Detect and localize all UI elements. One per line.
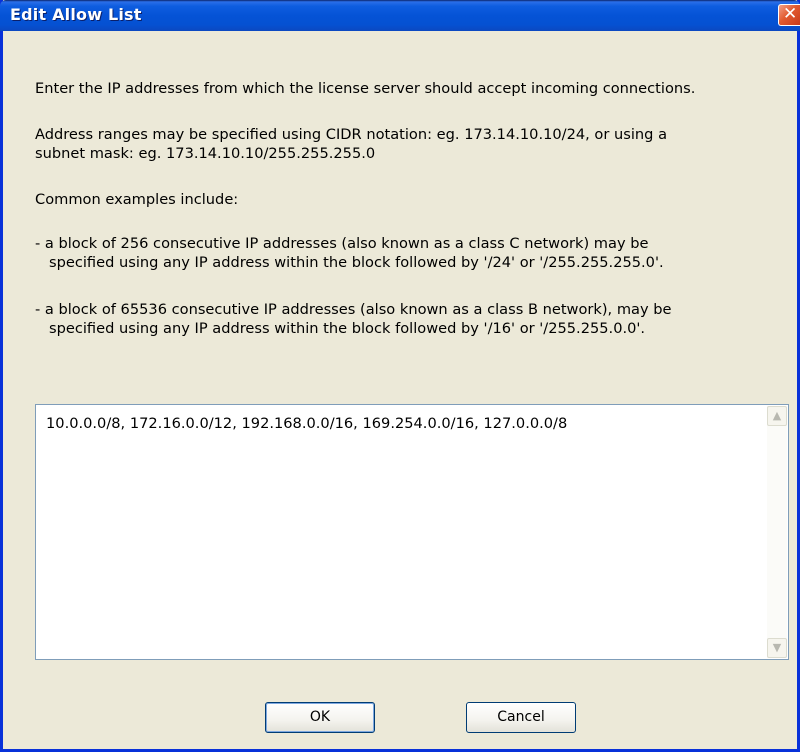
example-class-b-line2: specified using any IP address within th…: [49, 320, 646, 337]
instruction-text: Enter the IP addresses from which the li…: [35, 80, 696, 97]
cidr-text-line2: subnet mask: eg. 173.14.10.10/255.255.25…: [35, 145, 376, 162]
vertical-scrollbar[interactable]: ▲ ▼: [767, 406, 787, 658]
scroll-up-arrow-icon[interactable]: ▲: [767, 406, 787, 426]
ok-button[interactable]: OK: [265, 702, 375, 733]
title-bar[interactable]: Edit Allow List ✕: [0, 0, 800, 31]
allow-list-textarea[interactable]: 10.0.0.0/8, 172.16.0.0/12, 192.168.0.0/1…: [35, 404, 789, 660]
edit-allow-list-dialog: Edit Allow List ✕ Enter the IP addresses…: [0, 0, 800, 752]
example-class-b-line1: - a block of 65536 consecutive IP addres…: [35, 301, 672, 318]
cancel-button[interactable]: Cancel: [466, 702, 576, 733]
scroll-down-arrow-icon[interactable]: ▼: [767, 638, 787, 658]
example-class-c-line1: - a block of 256 consecutive IP addresse…: [35, 235, 649, 252]
example-class-c-line2: specified using any IP address within th…: [49, 254, 664, 271]
allow-list-value[interactable]: 10.0.0.0/8, 172.16.0.0/12, 192.168.0.0/1…: [46, 415, 567, 432]
cidr-text-line1: Address ranges may be specified using CI…: [35, 126, 668, 143]
close-icon: ✕: [783, 4, 798, 24]
close-button[interactable]: ✕: [778, 4, 800, 26]
window-title: Edit Allow List: [10, 5, 142, 24]
examples-heading: Common examples include:: [35, 191, 239, 208]
